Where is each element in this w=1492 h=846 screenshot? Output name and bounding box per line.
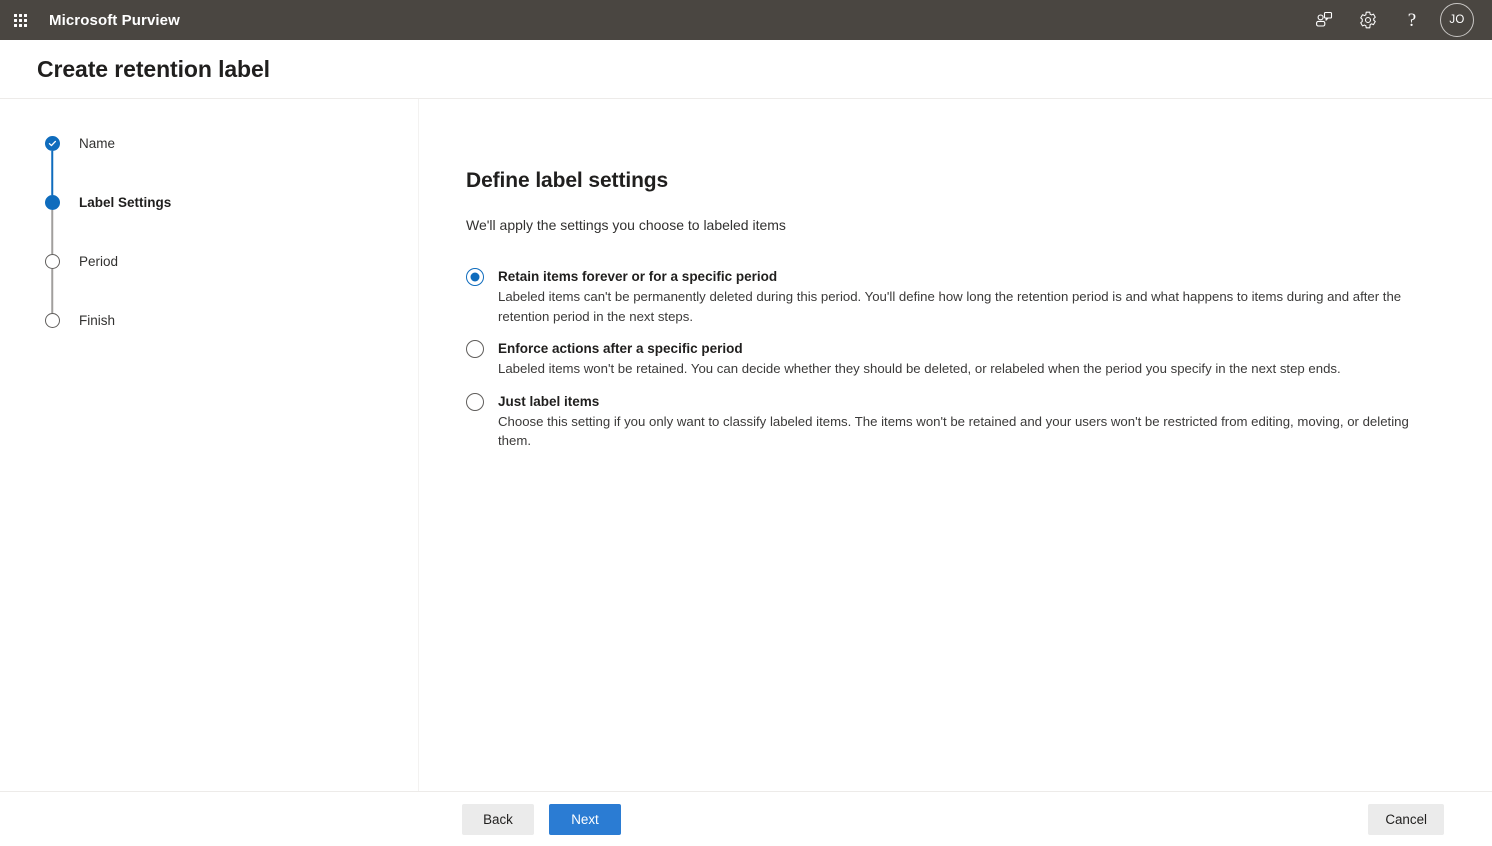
avatar[interactable]: JO	[1440, 3, 1474, 37]
page-header: Create retention label	[0, 40, 1492, 98]
suite-bar-actions: ? JO	[1302, 0, 1480, 40]
radio-button-icon[interactable]	[466, 268, 484, 286]
radio-button-icon[interactable]	[466, 340, 484, 358]
wizard-step-label: Period	[79, 254, 119, 269]
label-settings-radio-group: Retain items forever or for a specific p…	[466, 267, 1431, 451]
option-enforce-actions[interactable]: Enforce actions after a specific period …	[466, 339, 1431, 379]
step-connector	[51, 269, 53, 313]
help-icon[interactable]: ?	[1390, 0, 1434, 40]
step-connector	[51, 151, 53, 195]
option-description: Labeled items can't be permanently delet…	[498, 289, 1402, 324]
create-retention-label-page: Microsoft Purview ? JO Create retention …	[0, 0, 1492, 846]
wizard-step-label: Finish	[79, 313, 116, 328]
wizard-rail: Name Label Settings Period Finish	[0, 99, 419, 791]
step-marker	[44, 254, 60, 313]
step-marker	[44, 136, 60, 195]
option-description: Labeled items won't be retained. You can…	[498, 361, 1341, 376]
step-pending-dot-icon	[44, 313, 60, 328]
section-title: Define label settings	[466, 169, 669, 192]
option-label: Just label items	[498, 393, 600, 409]
step-connector	[51, 210, 53, 254]
wizard-step-list: Name Label Settings Period Finish	[0, 135, 418, 329]
back-button[interactable]: Back	[462, 803, 534, 835]
next-button[interactable]: Next	[549, 803, 621, 835]
wizard-step-label: Label Settings	[79, 195, 172, 210]
feedback-icon[interactable]	[1302, 0, 1346, 40]
page-body: Name Label Settings Period Finish Define…	[0, 98, 1492, 791]
footer-right-actions: Cancel	[1368, 803, 1444, 835]
cancel-button[interactable]: Cancel	[1368, 803, 1444, 835]
step-pending-dot-icon	[44, 254, 60, 269]
step-marker	[44, 313, 60, 328]
option-just-label-items[interactable]: Just label items Choose this setting if …	[466, 392, 1431, 451]
wizard-step-name[interactable]: Name	[44, 135, 418, 195]
footer-left-actions: Back Next	[462, 803, 621, 835]
help-glyph: ?	[1407, 9, 1417, 31]
suite-brand-title[interactable]: Microsoft Purview	[49, 12, 180, 29]
main-content: Define label settings We'll apply the se…	[419, 99, 1492, 791]
gear-icon[interactable]	[1346, 0, 1390, 40]
option-text: Just label items Choose this setting if …	[498, 392, 1431, 451]
radio-button-icon[interactable]	[466, 392, 484, 411]
wizard-step-period[interactable]: Period	[44, 253, 418, 313]
wizard-step-finish[interactable]: Finish	[44, 312, 418, 329]
wizard-step-label-settings[interactable]: Label Settings	[44, 194, 418, 254]
page-title: Create retention label	[37, 55, 270, 82]
option-label: Retain items forever or for a specific p…	[498, 269, 778, 284]
step-marker	[44, 195, 60, 254]
wizard-footer: Back Next Cancel	[0, 791, 1492, 846]
option-text: Enforce actions after a specific period …	[498, 339, 1341, 379]
option-text: Retain items forever or for a specific p…	[498, 267, 1431, 326]
step-complete-check-icon	[44, 136, 60, 151]
option-description: Choose this setting if you only want to …	[498, 413, 1409, 449]
option-retain-items[interactable]: Retain items forever or for a specific p…	[466, 267, 1431, 326]
waffle-grid	[13, 13, 27, 27]
app-launcher-icon[interactable]	[0, 0, 40, 40]
wizard-step-label: Name	[79, 136, 116, 151]
section-subtitle: We'll apply the settings you choose to l…	[466, 217, 786, 233]
suite-bar: Microsoft Purview ? JO	[0, 0, 1492, 40]
option-label: Enforce actions after a specific period	[498, 341, 743, 356]
step-current-dot-icon	[44, 195, 60, 210]
